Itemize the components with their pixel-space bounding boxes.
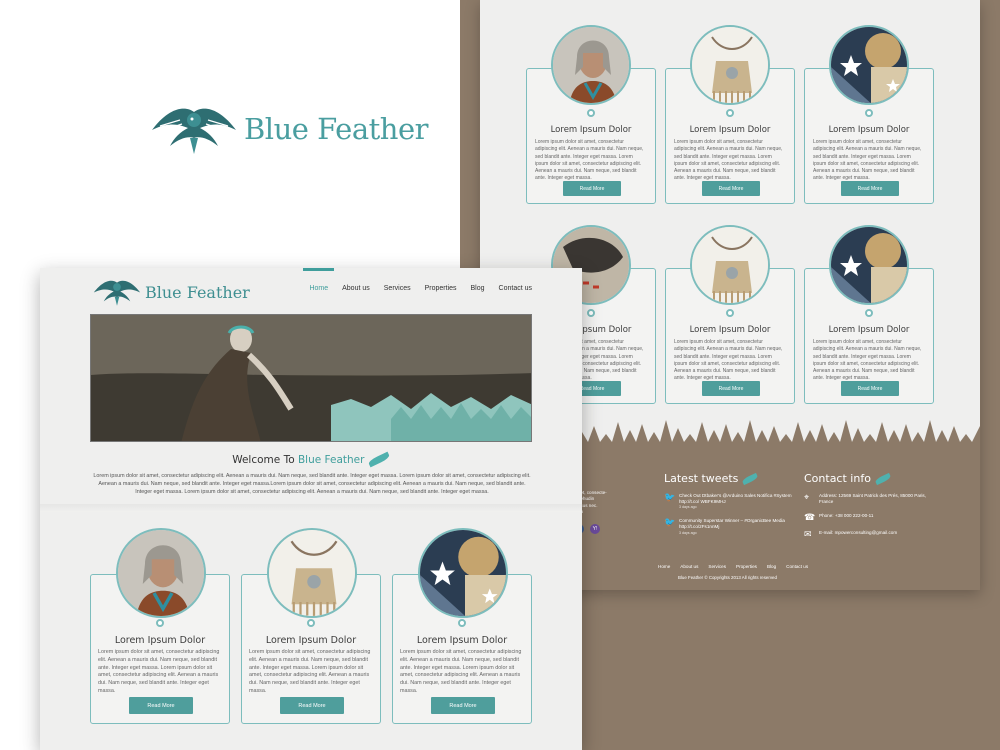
card-text: Lorem ipsum dolor sit amet, consectetur … [535,139,644,182]
card-text: Lorem ipsum dolor sit amet, consectetur … [674,339,783,382]
card-title: Lorem Ipsum Dolor [828,325,910,335]
card-title: Lorem Ipsum Dolor [114,635,206,646]
nav-home[interactable]: Home [303,268,334,298]
card-title: Lorem Ipsum Dolor [689,125,771,135]
footer-link-contact[interactable]: Contact us [786,564,808,569]
card-title: Lorem Ipsum Dolor [416,635,508,646]
twitter-icon: 🐦 [664,492,676,502]
welcome-heading: Welcome To Blue Feather [40,451,582,468]
nav-properties[interactable]: Properties [425,268,457,298]
card-title: Lorem Ipsum Dolor [689,325,771,335]
read-more-button[interactable]: Read More [129,697,193,714]
mail-icon: ✉ [804,529,812,540]
medicine-bag-photo [267,528,357,618]
read-more-button[interactable]: Read More [431,697,495,714]
brand-name: Blue Feather [244,112,429,146]
contact-heading: Contact info [804,472,934,485]
eagle-logo-icon [152,108,236,154]
nav-contact[interactable]: Contact us [499,268,532,298]
nav-about[interactable]: About us [342,268,370,298]
back-card-bag-2: Lorem Ipsum Dolor Lorem ipsum dolor sit … [665,225,795,404]
feather-icon [741,472,759,485]
twitter-icon: 🐦 [664,517,676,528]
card-connector [726,109,734,117]
footer-link-services[interactable]: Services [708,564,726,569]
yahoo-icon[interactable]: Y! [590,523,600,534]
portrait-photo [116,528,206,618]
footer-link-home[interactable]: Home [658,564,670,569]
back-card-stars-2: Lorem Ipsum Dolor Lorem ipsum dolor sit … [804,225,934,404]
card-connector [458,619,466,627]
tweet-item[interactable]: 🐦 Check Out Dtbaker's @Arduino Sales Not… [664,493,794,510]
contact-column: Contact info ⌖ Address: 12569 Saint Patri… [804,472,934,539]
back-card-portrait: Lorem Ipsum Dolor Lorem ipsum dolor sit … [526,25,656,204]
card-title: Lorem Ipsum Dolor [550,125,632,135]
footer-link-properties[interactable]: Properties [736,564,757,569]
hero-logo: Blue Feather [150,100,429,158]
star-art-photo [829,225,909,305]
back-card-stars: Lorem Ipsum Dolor Lorem ipsum dolor sit … [804,25,934,204]
card-text: Lorem ipsum dolor sit amet, consectetur … [813,339,922,382]
feather-icon [367,451,391,468]
hero-image [91,315,531,441]
read-more-button[interactable]: Read More [702,381,760,396]
card-text: Lorem ipsum dolor sit amet, consectetur … [674,139,783,182]
nav-blog[interactable]: Blog [471,268,485,298]
medicine-bag-photo [690,225,770,305]
read-more-button[interactable]: Read More [702,181,760,196]
footer-link-blog[interactable]: Blog [767,564,776,569]
site-logo[interactable]: Blue Feather [92,276,250,308]
card-text: Lorem ipsum dolor sit amet, consectetur … [98,649,220,695]
phone-icon: ☎ [804,512,816,523]
footer-nav: Home About us Services Properties Blog C… [658,564,808,569]
feature-card-stars: Lorem Ipsum Dolor Lorem ipsum dolor sit … [392,528,532,724]
main-nav: Home About us Services Properties Blog C… [303,268,532,298]
brand-name: Blue Feather [145,282,250,302]
read-more-button[interactable]: Read More [563,181,621,196]
read-more-button[interactable]: Read More [841,381,899,396]
card-text: Lorem ipsum dolor sit amet, consectetur … [249,649,371,695]
portrait-photo [551,25,631,105]
contact-email[interactable]: ✉ E-mail: mpowerconsulting@gmail.com [804,530,934,539]
card-text: Lorem ipsum dolor sit amet, consectetur … [400,649,522,695]
copyright: Blue Feather © Copyrights 2013 All right… [678,575,777,580]
card-text: Lorem ipsum dolor sit amet, consectetur … [813,139,922,182]
eagle-logo-icon [93,280,141,306]
back-card-bag: Lorem Ipsum Dolor Lorem ipsum dolor sit … [665,25,795,204]
welcome-text: Lorem ipsum dolor sit amet, consectetur … [93,473,531,495]
tweet-item[interactable]: 🐦 Community Superstar Winner – #OrganicB… [664,518,794,535]
medicine-bag-photo [690,25,770,105]
footer-link-about[interactable]: About us [680,564,698,569]
section-divider [40,504,582,512]
location-pin-icon: ⌖ [804,492,810,502]
card-connector [865,109,873,117]
card-title: Lorem Ipsum Dolor [265,635,357,646]
card-connector [726,309,734,317]
card-connector [156,619,164,627]
read-more-button[interactable]: Read More [841,181,899,196]
tweets-column: Latest tweets 🐦 Check Out Dtbaker's @Ard… [664,472,794,535]
mockup-stage: Blue Feather Lorem Ipsum Dolor Lorem ips… [0,0,1000,750]
nav-services[interactable]: Services [384,268,411,298]
front-page-mockup: Blue Feather Home About us Services Prop… [40,268,582,750]
feature-card-portrait: Lorem Ipsum Dolor Lorem ipsum dolor sit … [90,528,230,724]
read-more-button[interactable]: Read More [280,697,344,714]
contact-address: ⌖ Address: 12569 Saint Patrick des Prés, … [804,492,926,505]
card-connector [865,309,873,317]
feature-card-bag: Lorem Ipsum Dolor Lorem ipsum dolor sit … [241,528,381,724]
card-connector [587,109,595,117]
contact-phone: ☎ Phone: +38 000 222-00-11 [804,512,874,523]
star-art-photo [418,528,508,618]
hero-banner [90,314,532,442]
tweets-heading: Latest tweets [664,472,794,485]
card-connector [307,619,315,627]
feather-icon [874,472,892,485]
card-connector [587,309,595,317]
card-title: Lorem Ipsum Dolor [828,125,910,135]
star-art-photo [829,25,909,105]
